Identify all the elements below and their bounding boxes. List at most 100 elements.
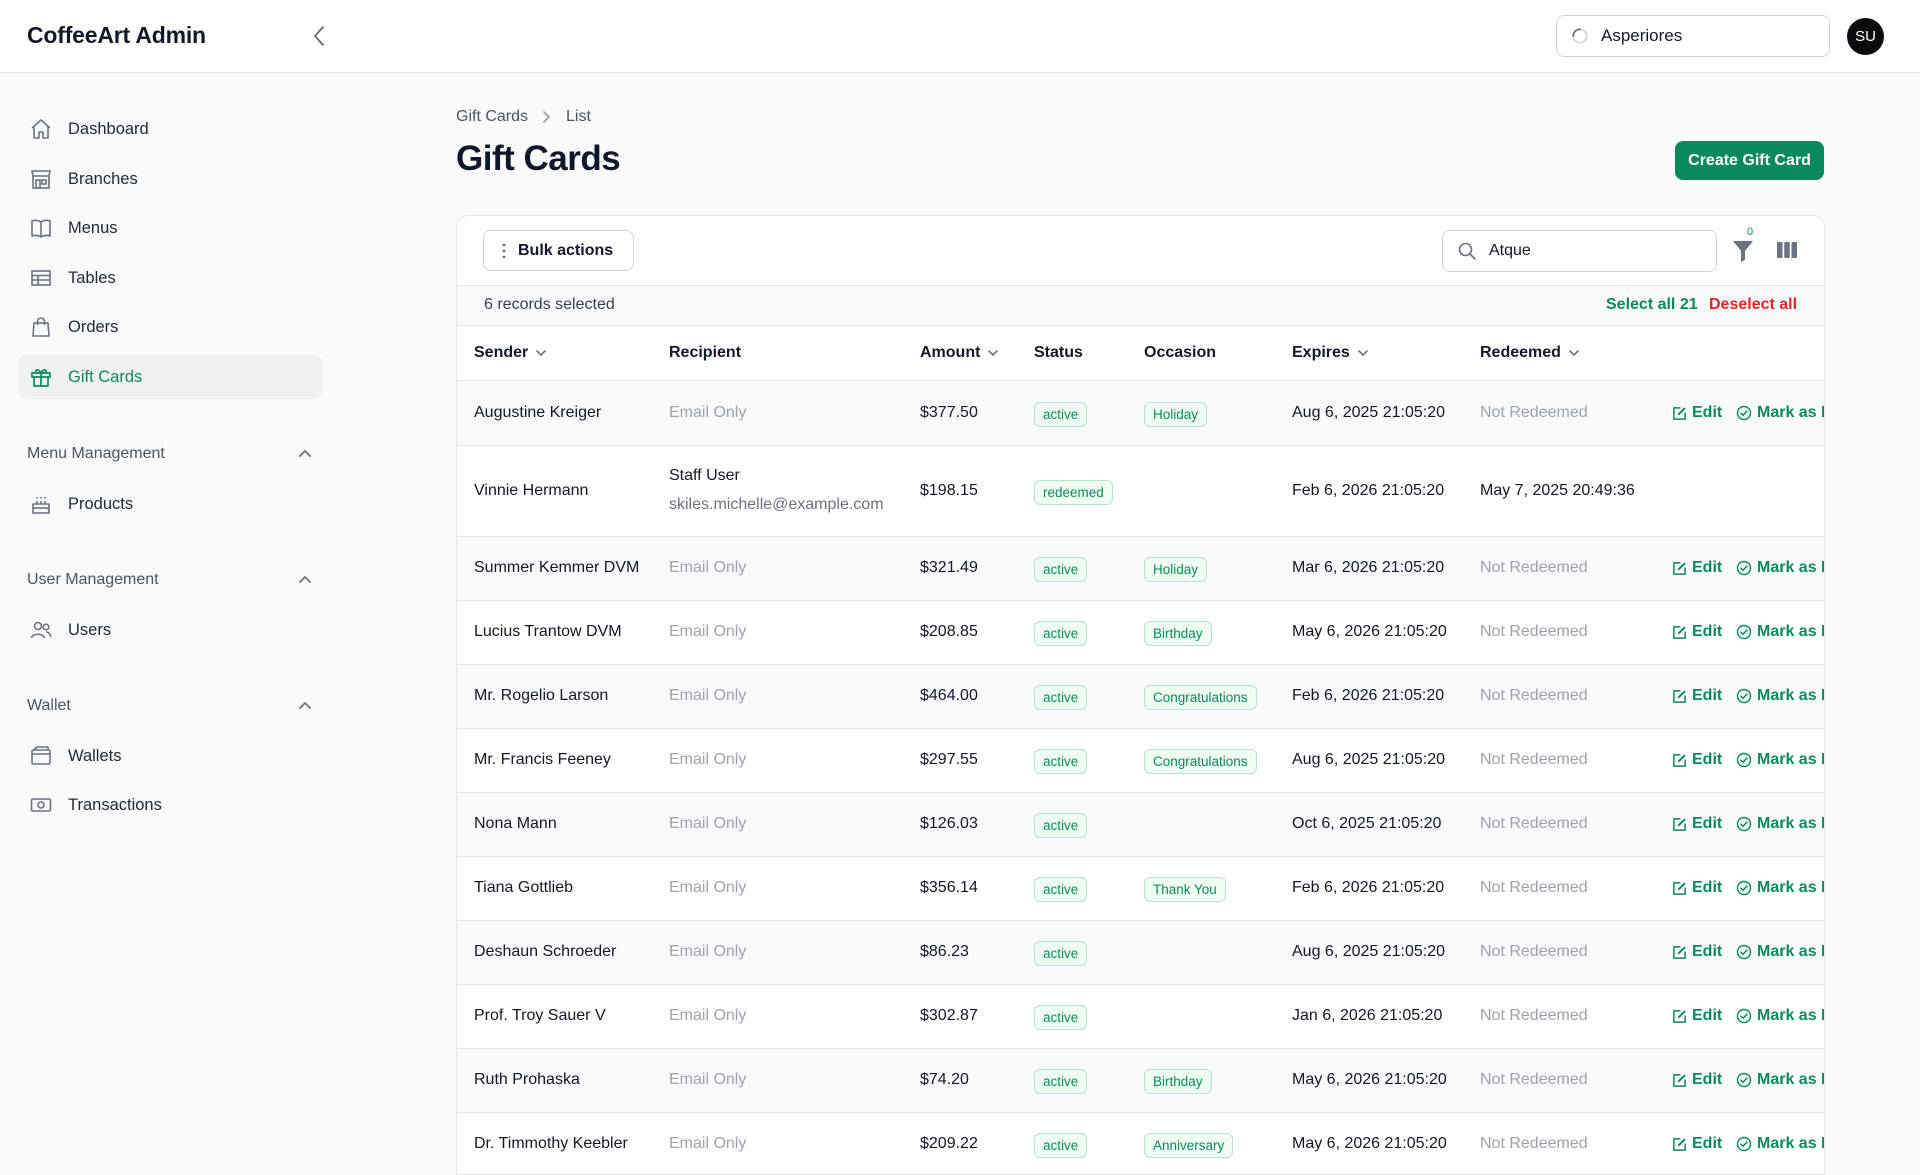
edit-button[interactable]: Edit: [1672, 1135, 1722, 1153]
check-circle-icon: [1736, 1008, 1752, 1024]
recipient-cell: Email Only: [669, 1135, 747, 1152]
bulk-actions-button[interactable]: Bulk actions: [483, 230, 634, 271]
filter-icon[interactable]: [1731, 238, 1755, 264]
edit-button[interactable]: Edit: [1672, 404, 1722, 422]
edit-button[interactable]: Edit: [1672, 623, 1722, 641]
user-avatar[interactable]: SU: [1847, 18, 1884, 55]
mark-label: Mark as R: [1757, 943, 1824, 960]
mark-redeemed-button[interactable]: Mark as R: [1736, 623, 1824, 641]
amount-cell: $209.22: [920, 1135, 978, 1152]
table-row[interactable]: Vinnie Hermann Staff User skiles.michelle@…: [457, 446, 1824, 537]
sidebar-item-tables[interactable]: Tables: [18, 256, 323, 300]
mark-redeemed-button[interactable]: Mark as R: [1736, 1135, 1824, 1153]
redeemed-cell: Not Redeemed: [1480, 1135, 1588, 1152]
mark-redeemed-button[interactable]: Mark as R: [1736, 404, 1824, 422]
table-row[interactable]: Prof. Troy Sauer V Email Only $302.87 activ…: [457, 985, 1824, 1049]
columns-icon[interactable]: [1775, 238, 1799, 262]
edit-button[interactable]: Edit: [1672, 751, 1722, 769]
create-gift-card-button[interactable]: Create Gift Card: [1675, 141, 1824, 180]
deselect-all-link[interactable]: Deselect all: [1709, 296, 1797, 314]
recipient-cell: Email Only: [669, 687, 747, 704]
table-row[interactable]: Dr. Timmothy Keebler Email Only $209.22 act…: [457, 1113, 1824, 1174]
table-row[interactable]: Deshaun Schroeder Email Only $86.23 active A…: [457, 921, 1824, 985]
mark-redeemed-button[interactable]: Mark as R: [1736, 943, 1824, 961]
table-row[interactable]: Summer Kemmer DVM Email Only $321.49 active…: [457, 537, 1824, 601]
redeemed-cell: Not Redeemed: [1480, 559, 1588, 576]
mark-redeemed-button[interactable]: Mark as R: [1736, 687, 1824, 705]
redeemed-cell: Not Redeemed: [1480, 751, 1588, 768]
mark-redeemed-button[interactable]: Mark as R: [1736, 751, 1824, 769]
column-label: Sender: [474, 344, 529, 361]
filter-count-badge: 0: [1747, 226, 1754, 238]
column-redeemed[interactable]: Redeemed: [1480, 344, 1580, 362]
table-search-input[interactable]: Atque: [1442, 230, 1717, 272]
app-brand[interactable]: CoffeeArt Admin: [27, 22, 206, 49]
table-row[interactable]: Ruth Prohaska Email Only $74.20 active Birth…: [457, 1049, 1824, 1113]
column-expires[interactable]: Expires: [1292, 344, 1369, 362]
sidebar-item-branches[interactable]: Branches: [18, 157, 323, 201]
expires-cell: Jan 6, 2026 21:05:20: [1292, 1007, 1443, 1024]
sidebar-item-dashboard[interactable]: Dashboard: [18, 107, 323, 151]
sidebar-item-label: Users: [68, 620, 112, 639]
edit-label: Edit: [1692, 1071, 1723, 1088]
mark-redeemed-button[interactable]: Mark as R: [1736, 1007, 1824, 1025]
status-badge: active: [1034, 813, 1088, 838]
sender-cell: Prof. Troy Sauer V: [474, 1007, 606, 1024]
group-menu-management[interactable]: Menu Management: [27, 445, 312, 463]
group-user-management[interactable]: User Management: [27, 571, 312, 589]
edit-button[interactable]: Edit: [1672, 1071, 1722, 1089]
edit-button[interactable]: Edit: [1672, 815, 1722, 833]
table-row[interactable]: Nona Mann Email Only $126.03 active Oct 6, 2…: [457, 793, 1824, 857]
edit-button[interactable]: Edit: [1672, 559, 1722, 577]
mark-label: Mark as R: [1757, 1135, 1824, 1152]
sidebar-item-wallets[interactable]: Wallets: [18, 734, 323, 778]
sidebar-item-transactions[interactable]: Transactions: [18, 783, 323, 827]
sidebar-item-orders[interactable]: Orders: [18, 305, 323, 349]
amount-cell: $208.85: [920, 623, 978, 640]
bag-icon: [28, 314, 54, 340]
select-all-link[interactable]: Select all 21: [1606, 296, 1698, 314]
edit-button[interactable]: Edit: [1672, 879, 1722, 897]
table-row[interactable]: Mr. Francis Feeney Email Only $297.55 activ…: [457, 729, 1824, 793]
status-badge: active: [1034, 749, 1088, 774]
mark-redeemed-button[interactable]: Mark as R: [1736, 559, 1824, 577]
chevron-right-icon: [542, 110, 552, 124]
redeemed-cell: Not Redeemed: [1480, 1071, 1588, 1088]
sidebar-item-products[interactable]: Products: [18, 482, 323, 526]
table-row[interactable]: Augustine Kreiger Email Only $377.50 active…: [457, 382, 1824, 446]
loading-spinner-icon: [1572, 28, 1588, 44]
column-label: Status: [1034, 344, 1083, 361]
mark-redeemed-button[interactable]: Mark as R: [1736, 1071, 1824, 1089]
column-amount[interactable]: Amount: [920, 344, 999, 362]
sender-cell: Tiana Gottlieb: [474, 879, 574, 896]
redeemed-cell: Not Redeemed: [1480, 623, 1588, 640]
edit-icon: [1673, 1073, 1686, 1087]
mark-redeemed-button[interactable]: Mark as R: [1736, 879, 1824, 897]
edit-button[interactable]: Edit: [1672, 1007, 1722, 1025]
amount-cell: $297.55: [920, 751, 978, 768]
edit-button[interactable]: Edit: [1672, 687, 1722, 705]
edit-button[interactable]: Edit: [1672, 943, 1722, 961]
collapse-sidebar-button[interactable]: [306, 22, 332, 50]
expires-cell: Aug 6, 2025 21:05:20: [1292, 751, 1446, 768]
mark-label: Mark as R: [1757, 751, 1824, 768]
breadcrumb-gift-cards[interactable]: Gift Cards: [456, 108, 528, 126]
column-sender[interactable]: Sender: [474, 344, 547, 362]
table-row[interactable]: Tiana Gottlieb Email Only $356.14 active Tha…: [457, 857, 1824, 921]
table-row[interactable]: Mr. Rogelio Larson Email Only $464.00 activ…: [457, 665, 1824, 729]
sender-cell: Mr. Francis Feeney: [474, 751, 611, 768]
mark-redeemed-button[interactable]: Mark as R: [1736, 815, 1824, 833]
status-badge: active: [1034, 1069, 1088, 1094]
redeemed-cell: Not Redeemed: [1480, 687, 1588, 704]
group-wallet[interactable]: Wallet: [27, 697, 312, 715]
status-badge: active: [1034, 877, 1088, 902]
sidebar-item-users[interactable]: Users: [18, 608, 323, 652]
edit-label: Edit: [1692, 559, 1723, 576]
global-search-input[interactable]: Asperiores: [1556, 15, 1830, 57]
chevron-up-icon: [299, 702, 311, 709]
mark-label: Mark as R: [1757, 815, 1824, 832]
table-row[interactable]: Lucius Trantow DVM Email Only $208.85 activ…: [457, 601, 1824, 665]
sidebar-item-menus[interactable]: Menus: [18, 206, 323, 250]
edit-icon: [1673, 753, 1686, 767]
sidebar-item-gift-cards[interactable]: Gift Cards: [18, 355, 323, 399]
